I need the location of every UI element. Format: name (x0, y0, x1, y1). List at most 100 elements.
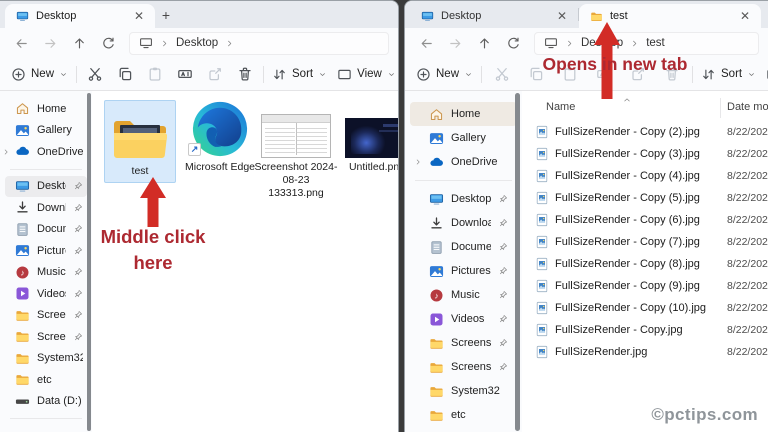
sidebar-item-label: etc (451, 409, 466, 421)
sidebar-item-label: Home (451, 108, 480, 120)
desktop-item-test[interactable]: test (104, 100, 176, 183)
sidebar-separator (415, 180, 512, 181)
breadcrumb[interactable]: Desktop (129, 32, 389, 55)
pin-icon (73, 289, 83, 299)
sidebar-item-home[interactable]: Home (410, 102, 517, 126)
caret-up-icon (622, 95, 632, 105)
tab-close-icon[interactable]: ✕ (554, 10, 570, 22)
chevron-down-icon (464, 70, 473, 79)
onedrive-icon (429, 155, 444, 170)
pictures-icon (15, 243, 30, 258)
new-button[interactable]: New (411, 63, 478, 86)
sidebar-item-screenshots[interactable]: Screenshots (410, 355, 517, 379)
sidebar-item-videos[interactable]: Videos (410, 307, 517, 331)
file-row[interactable]: FullSizeRender.jpg 8/22/2024 (522, 341, 768, 363)
sidebar-item-gallery[interactable]: Gallery (410, 126, 517, 150)
breadcrumb[interactable]: Desktoptest (534, 32, 759, 55)
sidebar-item-gallery[interactable]: Gallery (5, 120, 87, 142)
file-row[interactable]: FullSizeRender - Copy (7).jpg 8/22/2024 (522, 231, 768, 253)
sidebar-separator (10, 169, 82, 170)
sidebar-item-onedrive[interactable]: OneDrive (5, 141, 87, 163)
sidebar-item-downloads[interactable]: Downloads (5, 197, 87, 219)
file-row[interactable]: FullSizeRender - Copy (4).jpg 8/22/2024 (522, 165, 768, 187)
sidebar-item-data-d-[interactable]: Data (D:) (5, 391, 87, 413)
expand-chevron-icon (2, 148, 10, 156)
sidebar-item-music[interactable]: ♪ Music (410, 283, 517, 307)
sidebar-item-etc[interactable]: etc (410, 403, 517, 427)
red-arrow-up (139, 177, 167, 227)
file-date: 8/22/2024 (727, 324, 768, 336)
up-icon[interactable] (67, 31, 91, 55)
file-row[interactable]: FullSizeRender - Copy (6).jpg 8/22/2024 (522, 209, 768, 231)
up-icon[interactable] (472, 31, 496, 55)
file-row[interactable]: FullSizeRender - Copy (5).jpg 8/22/2024 (522, 187, 768, 209)
jpg-file-icon (535, 235, 549, 249)
view-button[interactable]: View (332, 63, 399, 86)
sidebar-item-screenshots[interactable]: Screenshots (410, 331, 517, 355)
toolbar-divider (263, 66, 264, 83)
tab-desktop[interactable]: Desktop ✕ (5, 4, 155, 28)
file-row[interactable]: FullSizeRender - Copy (2).jpg 8/22/2024 (522, 121, 768, 143)
sidebar-item-onedrive[interactable]: OneDrive (410, 150, 517, 174)
sidebar-item-desktop[interactable]: Desktop (410, 187, 517, 211)
view-button[interactable] (761, 63, 768, 86)
rename-button[interactable] (170, 62, 200, 86)
desktop-item-screenshot-2024-08-23-133313-png[interactable]: Screenshot 2024-08-23 133313.png (254, 100, 338, 200)
new-tab-button[interactable]: + (155, 4, 177, 26)
sidebar-item-desktop[interactable]: Desktop (5, 176, 87, 198)
sidebar-item-videos[interactable]: Videos (5, 283, 87, 305)
file-row[interactable]: FullSizeRender - Copy.jpg 8/22/2024 (522, 319, 768, 341)
file-name: FullSizeRender - Copy (8).jpg (555, 258, 700, 270)
file-explorer-window-test: Desktop ✕ test ✕ Desktoptest New Sort Hom… (404, 0, 768, 432)
file-name: FullSizeRender - Copy (4).jpg (555, 170, 700, 182)
forward-icon[interactable] (38, 31, 62, 55)
cut-button[interactable] (80, 62, 110, 86)
pin-icon (498, 242, 508, 252)
back-icon (14, 36, 29, 51)
sidebar-item-screenshots[interactable]: Screenshots (5, 305, 87, 327)
new-button[interactable]: New (6, 63, 73, 86)
column-header-name[interactable]: Name (546, 101, 575, 113)
sidebar-scrollbar[interactable] (515, 93, 520, 431)
desktop-item-microsoft-edge[interactable]: ↗ Microsoft Edge (180, 100, 260, 174)
copy-button[interactable] (110, 62, 140, 86)
refresh-icon[interactable] (501, 31, 525, 55)
sidebar-item-pictures[interactable]: Pictures (5, 240, 87, 262)
tab-close-icon[interactable]: ✕ (131, 10, 147, 22)
refresh-icon[interactable] (96, 31, 120, 55)
desktop-item-untitled-png[interactable]: Untitled.png (340, 100, 398, 174)
breadcrumb-item-desktop[interactable]: Desktop (176, 37, 218, 49)
sidebar-item-documents[interactable]: Documents (410, 235, 517, 259)
sort-button[interactable]: Sort (267, 63, 332, 86)
sort-label: Sort (721, 68, 742, 80)
sidebar-item-label: Gallery (37, 124, 72, 136)
sidebar-item-etc[interactable]: etc (5, 369, 87, 391)
sidebar-item-home[interactable]: Home (5, 98, 87, 120)
column-divider[interactable] (720, 98, 721, 118)
sidebar-item-system32[interactable]: System32 (5, 348, 87, 370)
sidebar-item-screenshots[interactable]: Screenshots (5, 326, 87, 348)
file-row[interactable]: FullSizeRender - Copy (3).jpg 8/22/2024 (522, 143, 768, 165)
file-row[interactable]: FullSizeRender - Copy (8).jpg 8/22/2024 (522, 253, 768, 275)
delete-button[interactable] (230, 62, 260, 86)
back-icon[interactable] (9, 31, 33, 55)
sidebar-item-downloads[interactable]: Downloads (410, 211, 517, 235)
jpg-file-icon (535, 169, 549, 183)
column-header-date[interactable]: Date modified (727, 101, 768, 113)
sort-button[interactable]: Sort (696, 63, 761, 86)
forward-icon[interactable] (443, 31, 467, 55)
sidebar-item-system32[interactable]: System32 (410, 379, 517, 403)
file-row[interactable]: FullSizeRender - Copy (10).jpg 8/22/2024 (522, 297, 768, 319)
sidebar-item-pictures[interactable]: Pictures (410, 259, 517, 283)
back-icon[interactable] (414, 31, 438, 55)
file-row[interactable]: FullSizeRender - Copy (9).jpg 8/22/2024 (522, 275, 768, 297)
tab-close-icon[interactable]: ✕ (737, 10, 753, 22)
tab-desktop[interactable]: Desktop ✕ (410, 4, 578, 28)
sidebar-item-music[interactable]: ♪ Music (5, 262, 87, 284)
downloads-icon (15, 200, 30, 215)
folder-icon (590, 10, 603, 23)
navigation-pane: Home Gallery OneDrive Desk (405, 91, 522, 432)
sidebar-item-label: Screenshots (37, 331, 66, 343)
sidebar-item-documents[interactable]: Documents (5, 219, 87, 241)
breadcrumb-item-test[interactable]: test (646, 37, 665, 49)
